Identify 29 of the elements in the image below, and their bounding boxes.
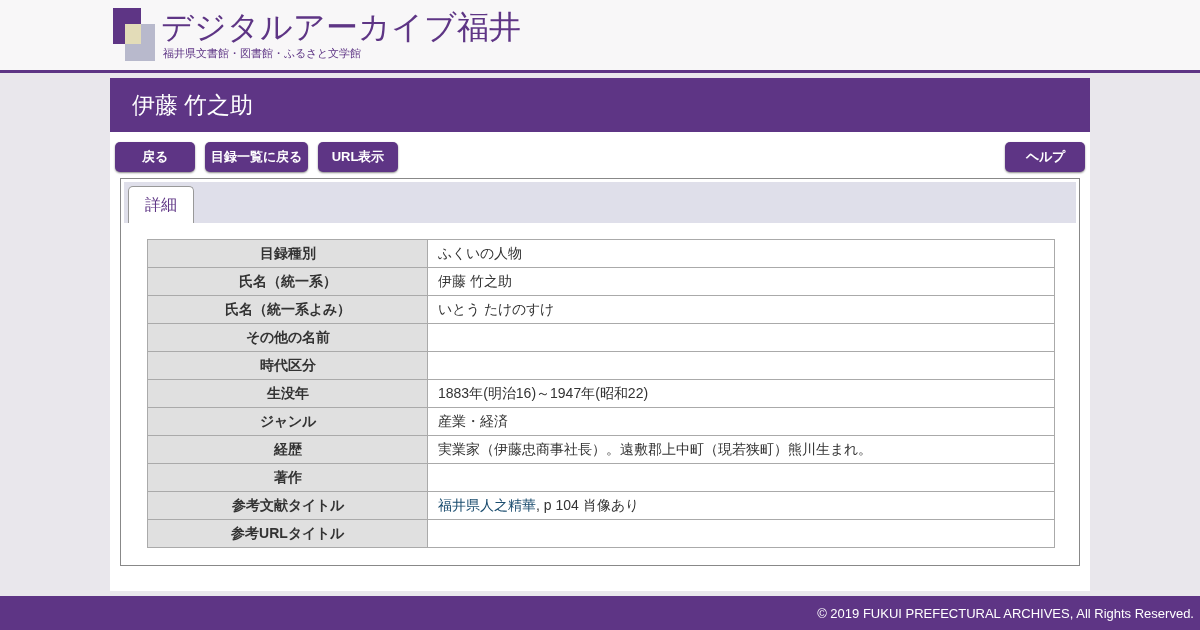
- field-label: 目録種別: [147, 239, 428, 268]
- field-label: 時代区分: [147, 351, 428, 380]
- field-value: 1883年(明治16)～1947年(昭和22): [427, 379, 1055, 408]
- field-label: 経歴: [147, 435, 428, 464]
- field-value: ふくいの人物: [427, 239, 1055, 268]
- field-value: 実業家（伊藤忠商事社長）。遠敷郡上中町（現若狭町）熊川生まれ。: [427, 435, 1055, 464]
- tab[interactable]: 詳細: [128, 186, 194, 223]
- field-label: ジャンル: [147, 407, 428, 436]
- nav-button[interactable]: URL表示: [318, 142, 398, 172]
- reference-link[interactable]: 福井県人之精華: [438, 496, 536, 513]
- help-button[interactable]: ヘルプ: [1005, 142, 1085, 172]
- logo-squares-icon: [113, 8, 155, 61]
- copyright-text: © 2019 FUKUI PREFECTURAL ARCHIVES, All Rights Reserved.: [817, 605, 1194, 621]
- nav-button[interactable]: 目録一覧に戻る: [205, 142, 308, 172]
- nav-button[interactable]: 戻る: [115, 142, 195, 172]
- field-label: 氏名（統一系）: [147, 267, 428, 296]
- field-label: 著作: [147, 463, 428, 492]
- field-value: 伊藤 竹之助: [427, 267, 1055, 296]
- site-subtitle: 福井県文書館・図書館・ふるさと文学館: [163, 46, 362, 60]
- field-value: 福井県人之精華, p 104 肖像あり: [427, 491, 1055, 520]
- field-label: 生没年: [147, 379, 428, 408]
- field-label: 参考文献タイトル: [147, 491, 428, 520]
- page-heading: 伊藤 竹之助: [110, 78, 1090, 132]
- field-value: 産業・経済: [427, 407, 1055, 436]
- field-label: 氏名（統一系よみ）: [147, 295, 428, 324]
- field-label: 参考URLタイトル: [147, 519, 428, 548]
- site-title: デジタルアーカイブ福井: [161, 8, 521, 46]
- field-value: いとう たけのすけ: [427, 295, 1055, 324]
- field-label: その他の名前: [147, 323, 428, 352]
